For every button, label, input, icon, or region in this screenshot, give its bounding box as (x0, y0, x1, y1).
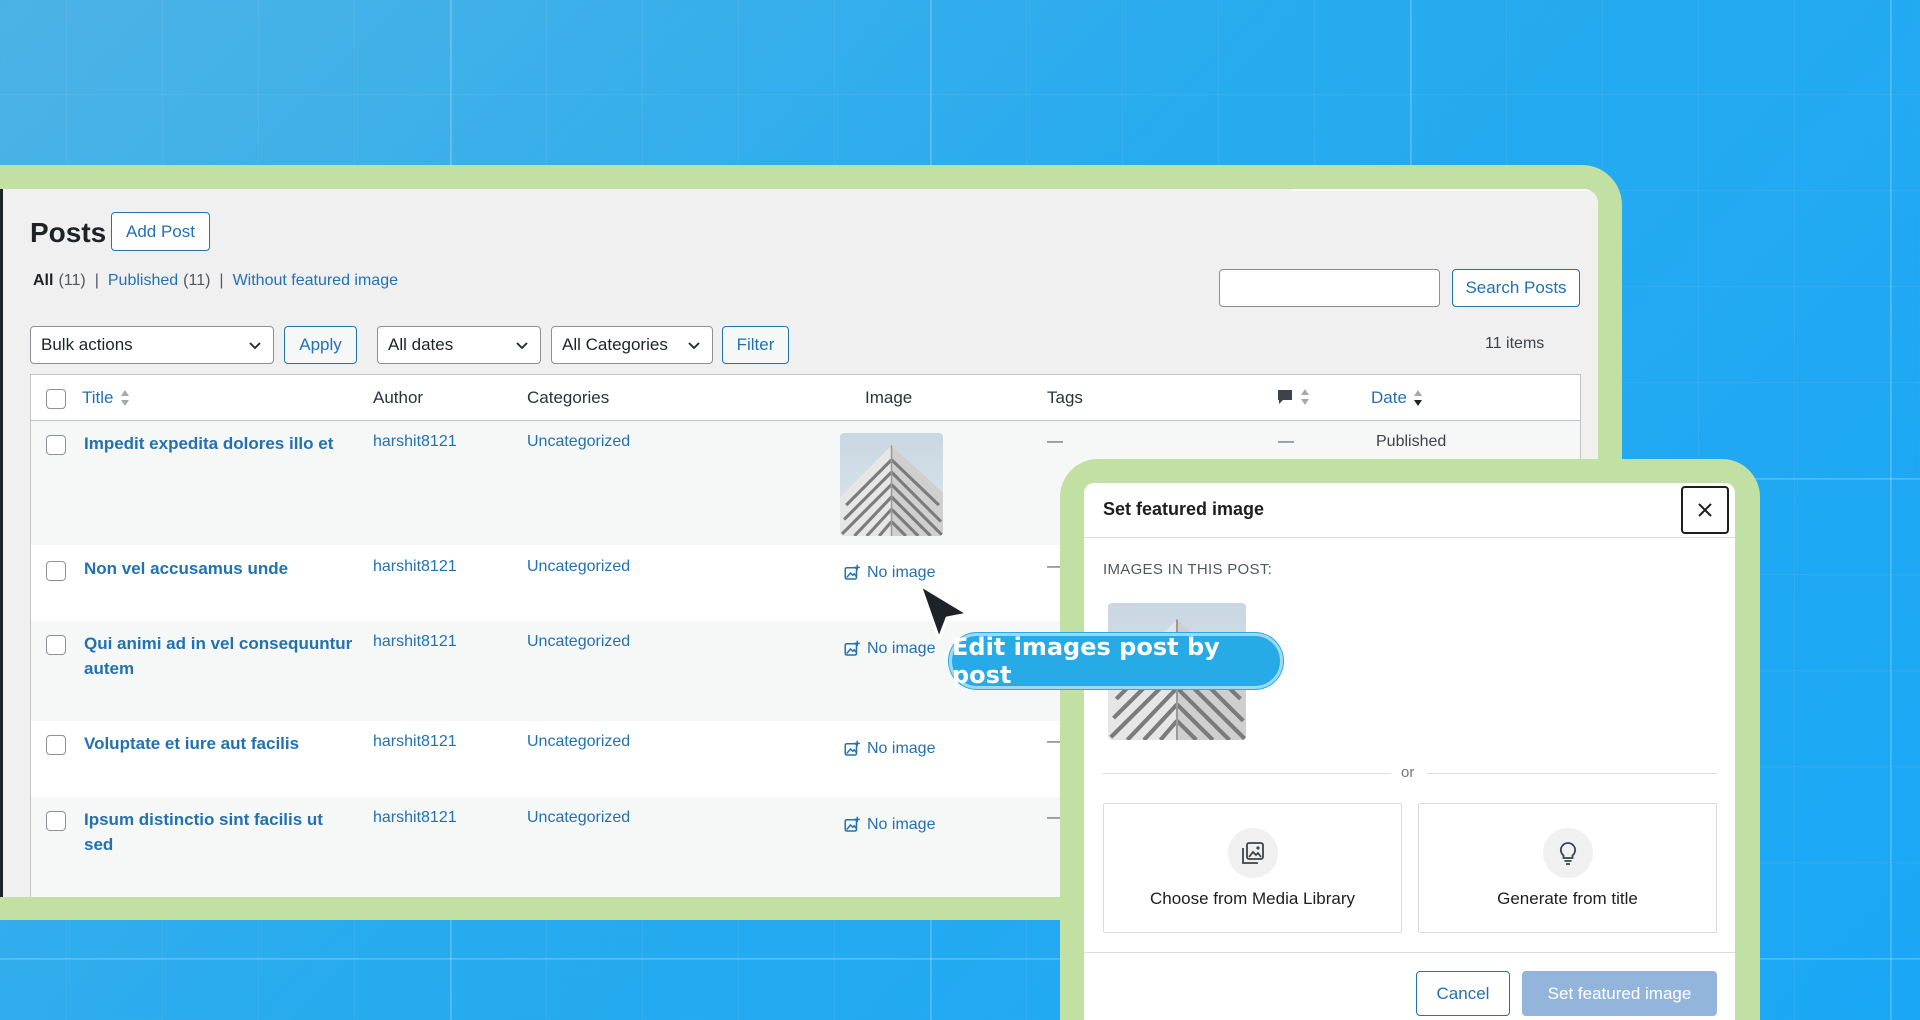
post-author-link[interactable]: harshit8121 (373, 809, 457, 827)
row-checkbox[interactable] (46, 635, 66, 655)
column-tags: Tags (1047, 388, 1083, 407)
divider (1427, 773, 1717, 774)
generate-from-title-button[interactable]: Generate from title (1418, 803, 1717, 933)
post-status-filters: All (11) | Published (11) | Without feat… (33, 272, 398, 290)
cancel-button[interactable]: Cancel (1416, 971, 1510, 1016)
sort-arrows-icon (1300, 388, 1310, 406)
modal-header: Set featured image (1084, 483, 1735, 538)
search-posts-button[interactable]: Search Posts (1452, 269, 1580, 307)
column-title[interactable]: Title (82, 388, 130, 408)
image-plus-icon (843, 564, 861, 582)
post-status: Published (1376, 433, 1447, 450)
sort-desc-icon (1413, 389, 1423, 407)
images-in-post-label: IMAGES IN THIS POST: (1103, 561, 1273, 578)
icon-circle (1228, 828, 1278, 878)
no-image-link[interactable]: No image (843, 564, 935, 582)
close-button[interactable] (1681, 486, 1729, 534)
choose-from-media-library-label: Choose from Media Library (1149, 889, 1356, 908)
chevron-down-icon (686, 337, 702, 353)
post-category-link[interactable]: Uncategorized (527, 733, 630, 751)
image-plus-icon (843, 640, 861, 658)
post-author-link[interactable]: harshit8121 (373, 733, 457, 751)
row-checkbox[interactable] (46, 435, 66, 455)
post-title-link[interactable]: Impedit expedita dolores illo et (84, 431, 354, 456)
no-image-label: No image (867, 564, 936, 581)
post-title-link[interactable]: Voluptate et iure aut facilis (84, 731, 354, 756)
post-author-link[interactable]: harshit8121 (373, 558, 457, 576)
row-checkbox[interactable] (46, 811, 66, 831)
image-plus-icon (843, 816, 861, 834)
column-comments[interactable] (1276, 388, 1310, 406)
row-checkbox[interactable] (46, 561, 66, 581)
feature-callout: Edit images post by post (949, 633, 1283, 689)
dates-value: All dates (388, 335, 454, 354)
filter-without-featured-image[interactable]: Without featured image (233, 272, 398, 290)
column-date-label: Date (1371, 388, 1407, 407)
sort-arrows-icon (120, 389, 130, 407)
post-category-link[interactable]: Uncategorized (527, 433, 630, 451)
items-count: 11 items (1485, 335, 1545, 352)
page-title: Posts (30, 217, 107, 248)
top-border (1293, 189, 1593, 191)
column-categories: Categories (527, 388, 610, 407)
or-separator: or (1401, 764, 1415, 781)
no-image-label: No image (867, 740, 936, 757)
add-post-button[interactable]: Add Post (111, 212, 210, 251)
post-title-link[interactable]: Qui animi ad in vel consequuntur autem (84, 631, 354, 681)
comment-bubble-icon (1278, 390, 1292, 404)
column-title-label: Title (82, 388, 114, 407)
filter-button[interactable]: Filter (722, 326, 789, 364)
icon-circle (1543, 828, 1593, 878)
no-image-label: No image (867, 816, 936, 833)
image-plus-icon (843, 740, 861, 758)
post-category-link[interactable]: Uncategorized (527, 633, 630, 651)
comments-empty: — (1278, 433, 1294, 450)
bulk-actions-select[interactable]: Bulk actions (30, 326, 274, 364)
chevron-down-icon (247, 337, 263, 353)
filter-separator: | (219, 272, 224, 289)
row-checkbox[interactable] (46, 735, 66, 755)
modal-title: Set featured image (1103, 499, 1265, 519)
no-image-link[interactable]: No image (843, 816, 935, 834)
tags-empty: — (1047, 433, 1063, 450)
filter-published[interactable]: Published (108, 272, 178, 290)
column-author: Author (373, 388, 424, 407)
filter-published-count: (11) (183, 272, 211, 289)
divider (1103, 773, 1391, 774)
no-image-link[interactable]: No image (843, 740, 935, 758)
filter-all-count: (11) (58, 272, 86, 289)
categories-select[interactable]: All Categories (551, 326, 713, 364)
table-header: Title Author Categories Image Tags Date (31, 375, 1580, 421)
lightbulb-icon (1559, 842, 1577, 865)
set-featured-image-button[interactable]: Set featured image (1522, 971, 1717, 1016)
post-title-link[interactable]: Non vel accusamus unde (84, 556, 354, 581)
apply-button[interactable]: Apply (284, 326, 357, 364)
select-all-checkbox[interactable] (46, 389, 66, 409)
chevron-down-icon (514, 337, 530, 353)
filter-separator: | (94, 272, 99, 289)
footer-divider (1084, 952, 1735, 953)
choose-from-media-library-button[interactable]: Choose from Media Library (1103, 803, 1402, 933)
post-author-link[interactable]: harshit8121 (373, 633, 457, 651)
featured-image-thumbnail[interactable] (840, 433, 943, 536)
dates-select[interactable]: All dates (377, 326, 541, 364)
categories-value: All Categories (562, 335, 668, 354)
column-image: Image (865, 388, 913, 407)
post-title-link[interactable]: Ipsum distinctio sint facilis ut sed (84, 807, 354, 857)
search-posts-input[interactable] (1219, 269, 1440, 307)
filter-all[interactable]: All (33, 272, 53, 290)
bulk-actions-value: Bulk actions (41, 335, 133, 354)
post-category-link[interactable]: Uncategorized (527, 809, 630, 827)
images-icon (1242, 842, 1264, 864)
post-author-link[interactable]: harshit8121 (373, 433, 457, 451)
post-category-link[interactable]: Uncategorized (527, 558, 630, 576)
close-icon (1698, 503, 1712, 517)
column-date[interactable]: Date (1371, 388, 1423, 408)
set-featured-image-modal: Set featured image IMAGES IN THIS POST: … (1084, 483, 1735, 1020)
generate-from-title-label: Generate from title (1497, 889, 1638, 908)
